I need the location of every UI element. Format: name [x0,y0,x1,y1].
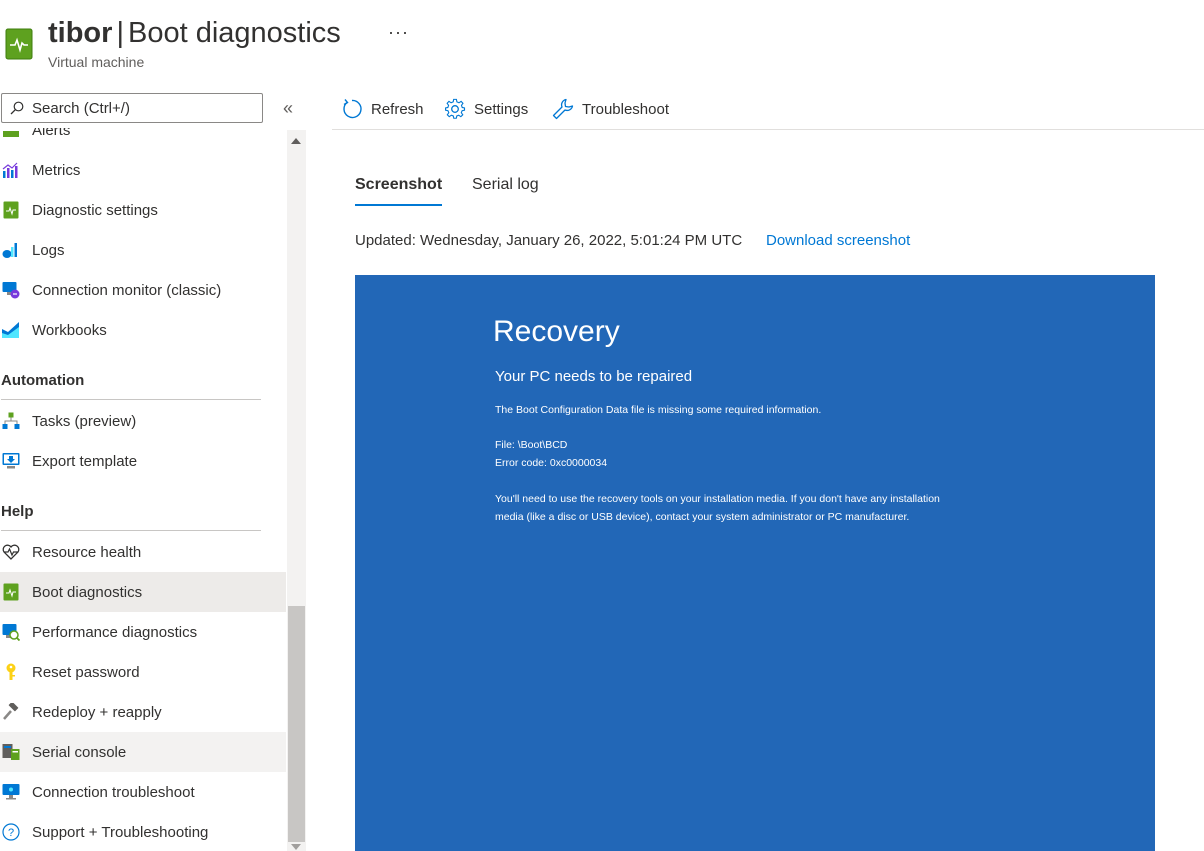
download-screenshot-link[interactable]: Download screenshot [766,232,910,249]
settings-label: Settings [474,100,529,118]
recovery-file-line: File: \Boot\BCD [495,439,568,451]
sidebar-item-label: Redeploy + reapply [32,703,162,721]
sidebar-item-metrics[interactable]: Metrics [0,150,286,190]
section-divider [1,530,261,531]
sidebar-item-connection-troubleshoot[interactable]: Connection troubleshoot [0,772,286,812]
sidebar-item-label: Connection troubleshoot [32,783,195,801]
recovery-error-code: Error code: 0xc0000034 [495,457,608,469]
section-title-automation: Automation [1,372,85,389]
section-title-help: Help [1,503,34,520]
serial-console-icon [1,742,21,762]
refresh-icon [343,99,362,119]
sidebar-item-label: Performance diagnostics [32,623,198,641]
sidebar-item-label: Reset password [32,663,140,681]
troubleshoot-label: Troubleshoot [582,100,669,118]
more-actions-button[interactable]: ··· [388,22,409,43]
sidebar-item-label: Logs [32,241,65,259]
hammer-icon [1,702,21,722]
blade-header: tibor | Boot diagnostics ··· Virtual machi… [0,0,1204,80]
tab-screenshot[interactable]: Screenshot [355,176,442,207]
sidebar-item-export-template[interactable]: Export template [0,441,286,481]
sidebar-item-boot-diagnostics[interactable]: Boot diagnostics [0,572,286,612]
updated-timestamp: Updated: Wednesday, January 26, 2022, 5:… [355,232,743,249]
sidebar-item-label: Resource health [32,543,142,561]
sidebar-item-label: Alerts [32,128,71,139]
connection-troubleshoot-icon [1,782,21,802]
sidebar-scrollbar[interactable] [287,130,306,851]
collapse-menu-button[interactable]: « [278,96,298,120]
settings-button[interactable]: Settings [444,96,528,122]
scrollbar-thumb[interactable] [288,606,305,842]
boot-screenshot: Recovery Your PC needs to be repaired Th… [355,275,1155,851]
connection-monitor-icon [1,280,21,300]
tasks-icon [1,411,21,431]
section-divider [1,399,261,400]
performance-diagnostics-icon [1,622,21,642]
blade-title: Boot diagnostics [127,17,341,49]
resource-type-subtitle: Virtual machine [48,54,145,70]
diagnostic-settings-icon [1,200,21,220]
help-icon: ? [1,822,21,842]
sidebar-item-support-troubleshooting[interactable]: ? Support + Troubleshooting [0,812,286,851]
boot-diagnostics-icon [1,582,21,602]
recovery-message: The Boot Configuration Data file is miss… [495,404,822,416]
wrench-icon [552,98,574,120]
sidebar-item-connection-monitor[interactable]: Connection monitor (classic) [0,270,286,310]
gear-icon [445,98,466,119]
resource-name: tibor [48,17,113,49]
key-icon [1,662,21,682]
sidebar-item-performance-diagnostics[interactable]: Performance diagnostics [0,612,286,652]
sidebar-item-tasks[interactable]: Tasks (preview) [0,401,286,441]
title-separator: | [116,17,124,49]
sidebar-item-label: Workbooks [32,321,107,339]
active-tab-indicator [355,204,442,206]
sidebar-item-serial-console[interactable]: Serial console [0,732,286,772]
sidebar-item-workbooks[interactable]: Workbooks [0,310,286,350]
sidebar-item-label: Boot diagnostics [32,583,143,601]
sidebar-item-label: Support + Troubleshooting [32,823,209,841]
recovery-title: Recovery [493,315,620,348]
alerts-icon [1,128,21,140]
metrics-icon [1,160,21,180]
sidebar-item-label: Metrics [32,161,81,179]
search-icon [10,101,24,115]
resource-health-icon [1,542,21,562]
sidebar-item-resource-health[interactable]: Resource health [0,532,286,572]
virtual-machine-icon [5,28,33,60]
refresh-label: Refresh [371,100,424,118]
sidebar-item-logs[interactable]: Logs [0,230,286,270]
sidebar-item-diagnostic-settings[interactable]: Diagnostic settings [0,190,286,230]
logs-icon [1,240,21,260]
sidebar-item-label: Export template [32,452,138,470]
export-template-icon [1,451,21,471]
search-box[interactable] [1,93,263,123]
recovery-instructions-line-2: media (like a disc or USB device), conta… [495,511,910,523]
sidebar-item-label: Serial console [32,743,127,761]
sidebar-nav: Alerts Metrics Diagnostic settings Logs … [0,128,286,851]
refresh-button[interactable]: Refresh [341,96,424,122]
scroll-up-arrow-icon[interactable] [291,138,301,144]
recovery-subtitle: Your PC needs to be repaired [495,368,693,385]
recovery-instructions-line-1: You'll need to use the recovery tools on… [495,493,940,505]
sidebar-item-reset-password[interactable]: Reset password [0,652,286,692]
sidebar-item-label: Diagnostic settings [32,201,158,219]
scroll-down-arrow-icon[interactable] [291,844,301,850]
search-input[interactable] [32,99,252,117]
page-title: tibor | Boot diagnostics [48,15,341,51]
workbooks-icon [1,320,21,340]
sidebar-item-label: Tasks (preview) [32,412,137,430]
sidebar-item-redeploy[interactable]: Redeploy + reapply [0,692,286,732]
command-bar: Refresh Settings Troubleshoot [332,90,1204,130]
svg-text:?: ? [8,827,14,839]
sidebar-item-alerts[interactable]: Alerts [0,128,286,150]
sidebar-item-label: Connection monitor (classic) [32,281,222,299]
troubleshoot-button[interactable]: Troubleshoot [552,96,669,122]
tab-serial-log[interactable]: Serial log [472,176,539,207]
